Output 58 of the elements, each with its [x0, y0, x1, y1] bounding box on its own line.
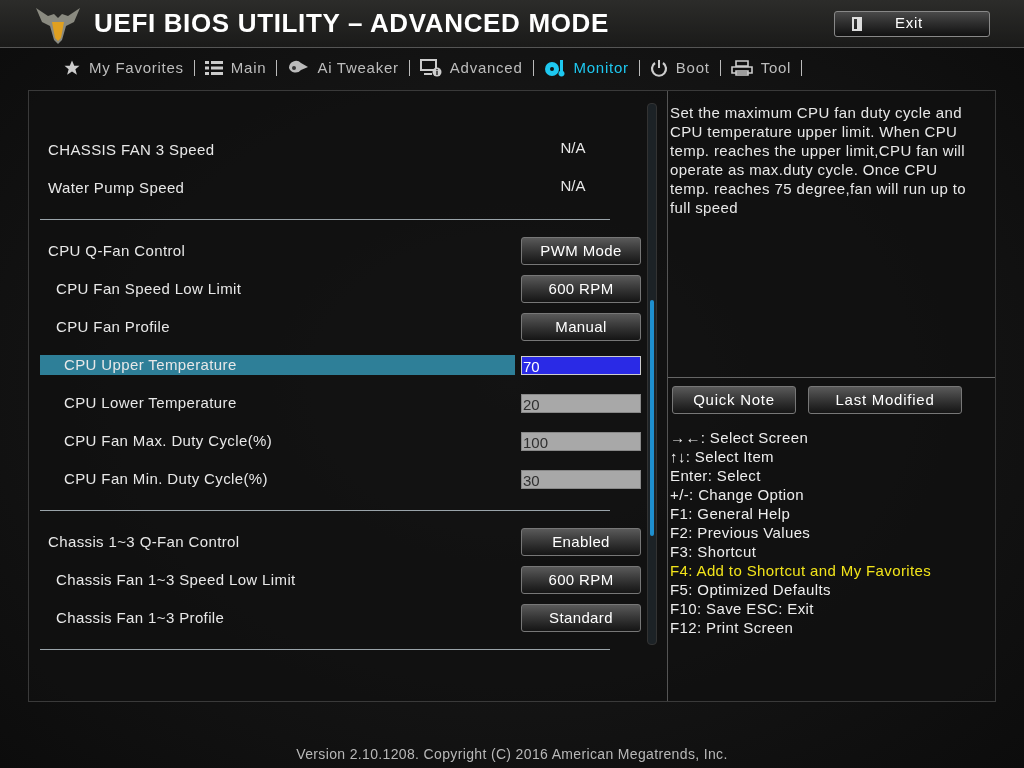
key-hint: +/-: Change Option — [670, 485, 805, 504]
option-button[interactable]: Manual — [521, 313, 641, 341]
power-icon — [649, 59, 668, 77]
tab[interactable]: My Favorites — [56, 56, 191, 80]
selected-setting-label: CPU Upper Temperature — [40, 355, 515, 375]
monitor-info-icon — [419, 59, 442, 77]
tab[interactable]: Monitor — [536, 56, 636, 80]
key-hint: F4: Add to Shortcut and My Favorites — [670, 561, 933, 580]
number-field[interactable]: 100 — [521, 431, 641, 451]
version-text: Version 2.10.1208. Copyright (C) 2016 American Megatrends, Inc. — [296, 745, 728, 764]
tab[interactable]: Tool — [723, 56, 799, 80]
setting-label: CPU Fan Profile — [55, 317, 171, 337]
help-text: Set the maximum CPU fan duty cycle and CPU temperature upper limit. When CPU temp. reaches the upper limit,CPU fan will operate as max.duty cycle. Once CPU temp. reaches 75 degree,fan will run up to full speed — [669, 103, 967, 218]
exit-button[interactable]: Exit — [834, 10, 990, 37]
setting-label: CPU Q-Fan Control — [47, 241, 187, 261]
list-icon — [204, 60, 223, 76]
key-hint: F5: Optimized Defaults — [670, 580, 832, 599]
key-hint: ↑↓: Select Item — [670, 447, 775, 466]
number-field[interactable]: 70 — [521, 355, 641, 375]
exit-door-icon — [851, 15, 863, 32]
number-field[interactable]: 30 — [521, 469, 641, 489]
key-hint: Enter: Select — [670, 466, 762, 485]
key-hint: F2: Previous Values — [670, 523, 812, 542]
tab[interactable]: Advanced — [412, 56, 530, 80]
setting-label: Chassis 1~3 Q-Fan Control — [47, 532, 241, 552]
key-hint: F1: General Help — [670, 504, 792, 523]
setting-label: CPU Fan Min. Duty Cycle(%) — [63, 469, 269, 489]
key-hint: →←: Select Screen — [670, 428, 810, 447]
tab[interactable]: Main — [197, 56, 274, 80]
side-button[interactable]: Quick Note — [672, 386, 796, 414]
printer-icon — [730, 60, 753, 76]
setting-label: Chassis Fan 1~3 Speed Low Limit — [55, 570, 297, 590]
setting-value: N/A — [559, 175, 587, 196]
option-button[interactable]: 600 RPM — [521, 566, 641, 594]
star-icon — [63, 59, 81, 77]
option-button[interactable]: 600 RPM — [521, 275, 641, 303]
fan-thermometer-icon — [543, 59, 566, 77]
setting-label: CPU Lower Temperature — [63, 393, 238, 413]
key-hint: F12: Print Screen — [670, 618, 795, 637]
side-button[interactable]: Last Modified — [808, 386, 962, 414]
window-title: UEFI BIOS UTILITY – ADVANCED MODE — [94, 7, 609, 40]
setting-value: N/A — [559, 137, 587, 158]
scrollbar-thumb[interactable] — [650, 300, 654, 536]
setting-label: CPU Fan Speed Low Limit — [55, 279, 243, 299]
setting-label: CPU Fan Max. Duty Cycle(%) — [63, 431, 274, 451]
tab[interactable]: Boot — [642, 56, 717, 80]
setting-label: Chassis Fan 1~3 Profile — [55, 608, 226, 628]
setting-label: Water Pump Speed — [47, 178, 186, 198]
option-button[interactable]: PWM Mode — [521, 237, 641, 265]
number-field[interactable]: 20 — [521, 393, 641, 413]
scrollbar[interactable] — [647, 103, 657, 645]
option-button[interactable]: Enabled — [521, 528, 641, 556]
key-hint: F10: Save ESC: Exit — [670, 599, 815, 618]
tweaker-icon — [287, 60, 310, 76]
option-button[interactable]: Standard — [521, 604, 641, 632]
tab[interactable]: Ai Tweaker — [280, 56, 406, 80]
key-hint: F3: Shortcut — [670, 542, 758, 561]
setting-label: CHASSIS FAN 3 Speed — [47, 140, 216, 160]
